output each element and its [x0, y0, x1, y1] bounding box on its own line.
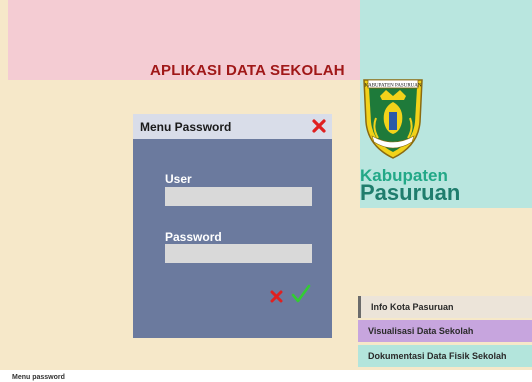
region-name-line2: Pasuruan — [360, 180, 461, 205]
status-text: Menu password — [12, 374, 65, 381]
kabupaten-pasuruan-emblem-icon: KABUPATEN PASURUAN — [363, 79, 423, 159]
checkmark-icon[interactable] — [291, 284, 311, 304]
user-label: User — [165, 172, 192, 186]
app-title: APLIKASI DATA SEKOLAH — [150, 62, 345, 79]
cancel-icon[interactable] — [270, 290, 283, 303]
emblem-banner-text: KABUPATEN PASURUAN — [364, 84, 421, 89]
dialog-title: Menu Password — [140, 120, 232, 134]
info-kota-pasuruan-button[interactable]: Info Kota Pasuruan — [358, 296, 532, 318]
dokumentasi-data-fisik-sekolah-button[interactable]: Dokumentasi Data Fisik Sekolah — [358, 345, 532, 367]
password-input[interactable] — [165, 244, 312, 263]
visualisasi-data-sekolah-button[interactable]: Visualisasi Data Sekolah — [358, 320, 532, 342]
close-icon[interactable] — [311, 118, 327, 134]
password-dialog: Menu Password User Password — [133, 114, 332, 338]
password-label: Password — [165, 230, 222, 244]
dialog-titlebar: Menu Password — [133, 114, 332, 139]
user-input[interactable] — [165, 187, 312, 206]
